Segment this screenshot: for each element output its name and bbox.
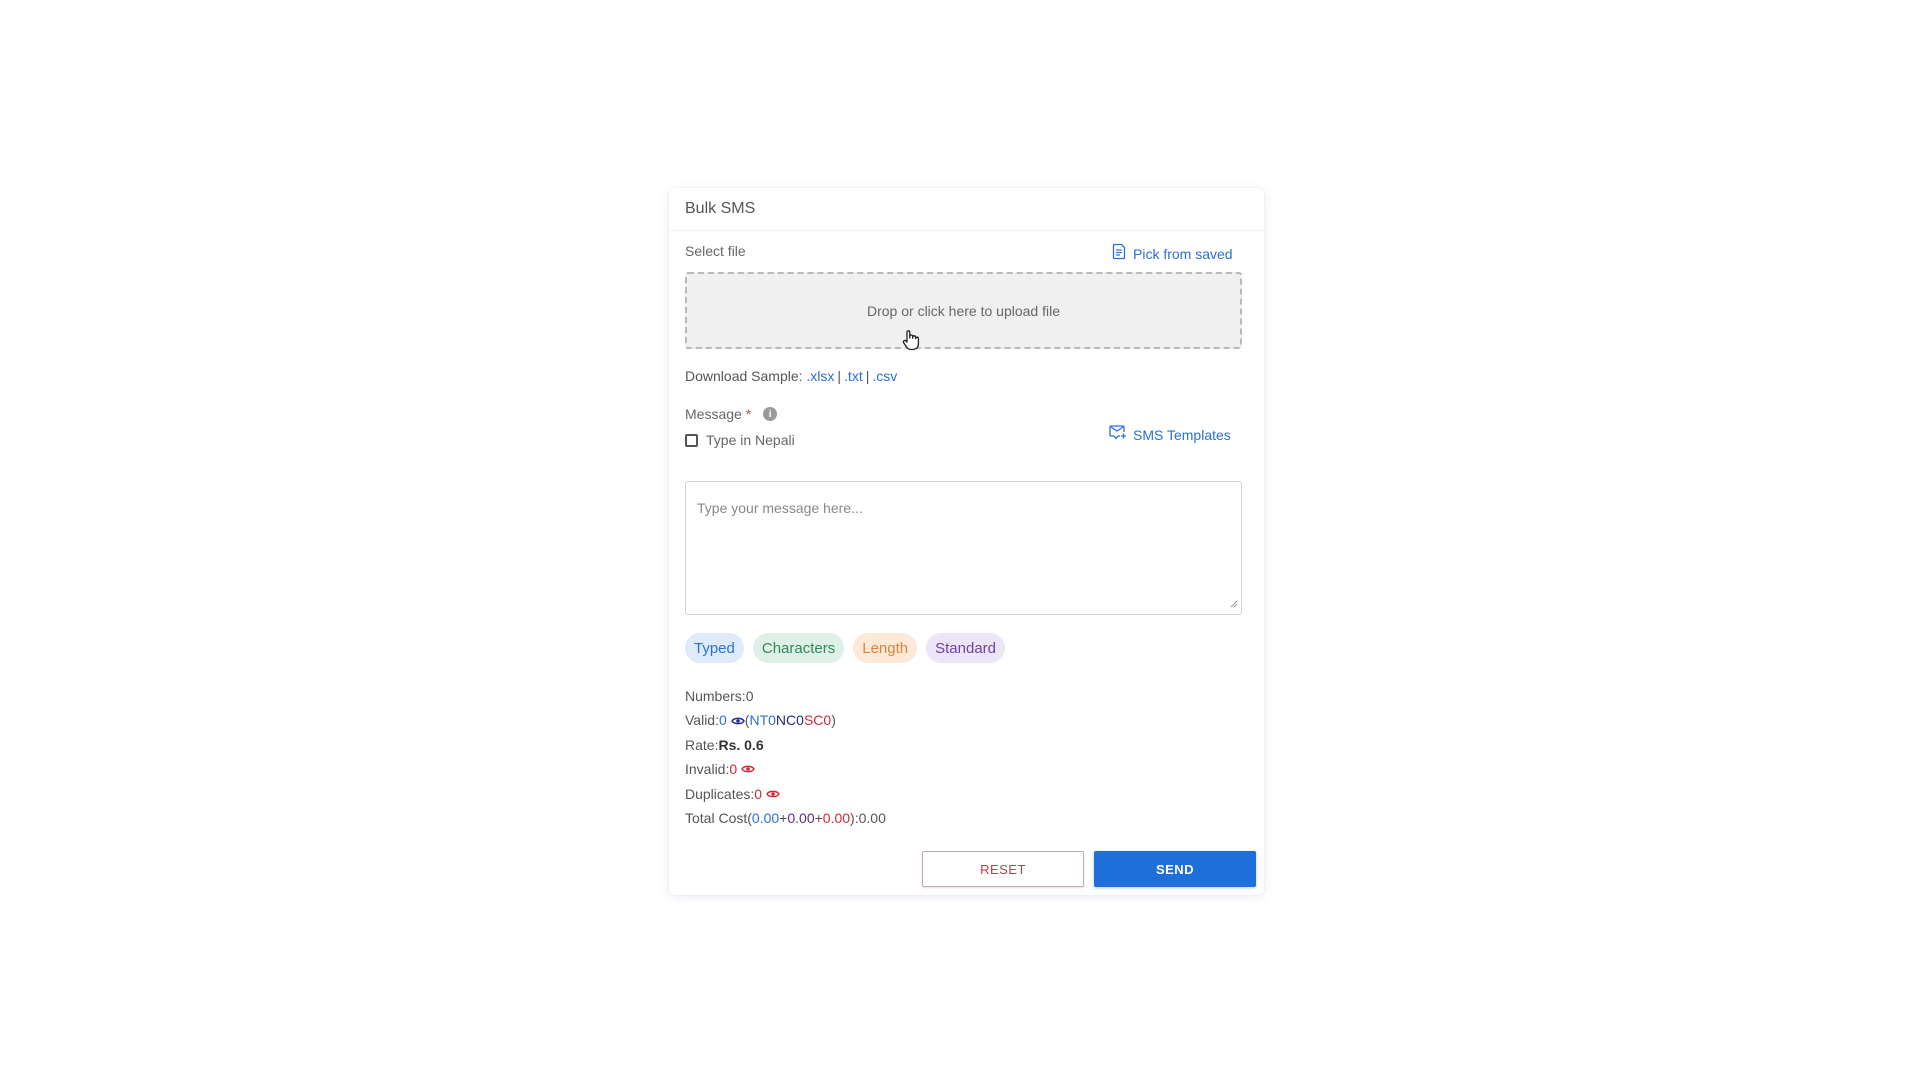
nt-value: 0	[768, 712, 776, 729]
message-label: Message	[685, 406, 742, 422]
sc-label: SC	[803, 712, 824, 729]
valid-label: Valid:	[685, 712, 719, 729]
sample-csv-link[interactable]: .csv	[872, 368, 897, 384]
plus-sign: +	[779, 810, 788, 827]
rate-value: Rs. 0.6	[718, 736, 764, 753]
sc-value: 0	[823, 712, 832, 729]
plus-sign: +	[814, 810, 823, 827]
sms-templates-link[interactable]: SMS Templates	[1109, 424, 1231, 445]
sample-xlsx-link[interactable]: .xlsx	[806, 368, 834, 384]
select-file-label: Select file	[685, 243, 746, 259]
chip-typed: Typed	[685, 633, 744, 663]
duplicates-row: Duplicates: 0	[685, 782, 886, 806]
cost-sc-value: 0.00	[822, 810, 851, 827]
card-header: Bulk SMS	[669, 188, 1264, 231]
download-sample-label: Download Sample:	[685, 368, 803, 384]
invalid-label: Invalid:	[685, 761, 730, 778]
view-invalid-eye-icon[interactable]	[741, 764, 755, 774]
view-duplicates-eye-icon[interactable]	[766, 789, 780, 799]
type-in-nepali-label: Type in Nepali	[706, 432, 795, 448]
reset-button[interactable]: RESET	[922, 851, 1084, 887]
message-placeholder: Type your message here...	[697, 500, 863, 516]
sms-template-icon	[1109, 424, 1127, 445]
bulk-sms-card: Bulk SMS Select file Pick from saved Dro…	[669, 188, 1264, 895]
paren-close: )	[831, 712, 836, 729]
file-dropzone[interactable]: Drop or click here to upload file	[685, 272, 1242, 351]
numbers-label: Numbers:	[685, 688, 746, 704]
resize-handle-icon[interactable]	[1230, 595, 1238, 611]
invalid-value: 0	[729, 761, 738, 778]
download-sample-row: Download Sample: .xlsx | .txt | .csv	[685, 368, 897, 384]
page-title: Bulk SMS	[685, 200, 756, 217]
type-in-nepali-option[interactable]: Type in Nepali	[685, 432, 795, 448]
sample-txt-link[interactable]: .txt	[844, 368, 863, 384]
hand-cursor-icon	[901, 329, 921, 354]
message-label-row: Message * i	[685, 406, 778, 422]
duplicates-value: 0	[754, 785, 763, 802]
send-button[interactable]: SEND	[1094, 851, 1256, 887]
total-cost-value: 0.00	[858, 810, 886, 827]
numbers-value: 0	[745, 688, 754, 704]
info-icon[interactable]: i	[763, 407, 778, 421]
separator: |	[865, 368, 870, 384]
invalid-row: Invalid: 0	[685, 757, 886, 781]
chip-characters: Characters	[752, 633, 845, 663]
required-mark: *	[745, 406, 752, 422]
rate-label: Rate:	[685, 736, 719, 753]
type-in-nepali-checkbox[interactable]	[685, 433, 698, 447]
numbers-row: Numbers: 0	[685, 684, 886, 708]
nc-value: 0	[796, 712, 804, 729]
total-cost-label: Total Cost	[685, 810, 748, 827]
nt-label: NT	[749, 712, 769, 729]
duplicates-label: Duplicates:	[685, 785, 755, 802]
valid-row: Valid: 0 ( NT 0 NC 0 SC 0)	[685, 708, 886, 732]
cost-nt-value: 0.00	[751, 810, 780, 827]
dropzone-text: Drop or click here to upload file	[867, 302, 1060, 319]
cost-nc-value: 0.00	[787, 810, 815, 827]
message-stats-chips: Typed Characters Length Standard	[685, 633, 1006, 663]
saved-file-icon	[1111, 243, 1127, 265]
message-textarea[interactable]: Type your message here...	[685, 481, 1242, 615]
view-valid-eye-icon[interactable]	[730, 716, 745, 726]
chip-length: Length	[853, 633, 918, 663]
pick-from-saved-label: Pick from saved	[1133, 246, 1233, 262]
valid-value: 0	[718, 712, 727, 729]
pick-from-saved-link[interactable]: Pick from saved	[1111, 243, 1233, 265]
chip-standard: Standard	[926, 633, 1006, 663]
rate-row: Rate: Rs. 0.6	[685, 733, 886, 757]
recipient-stats: Numbers: 0 Valid: 0 ( NT 0 NC 0 SC 0) Ra…	[685, 684, 886, 830]
nc-label: NC	[775, 712, 797, 729]
total-cost-row: Total Cost (0.00 + 0.00 + 0.00) : 0.00	[685, 806, 886, 830]
separator: |	[837, 368, 842, 384]
sms-templates-label: SMS Templates	[1133, 426, 1231, 443]
